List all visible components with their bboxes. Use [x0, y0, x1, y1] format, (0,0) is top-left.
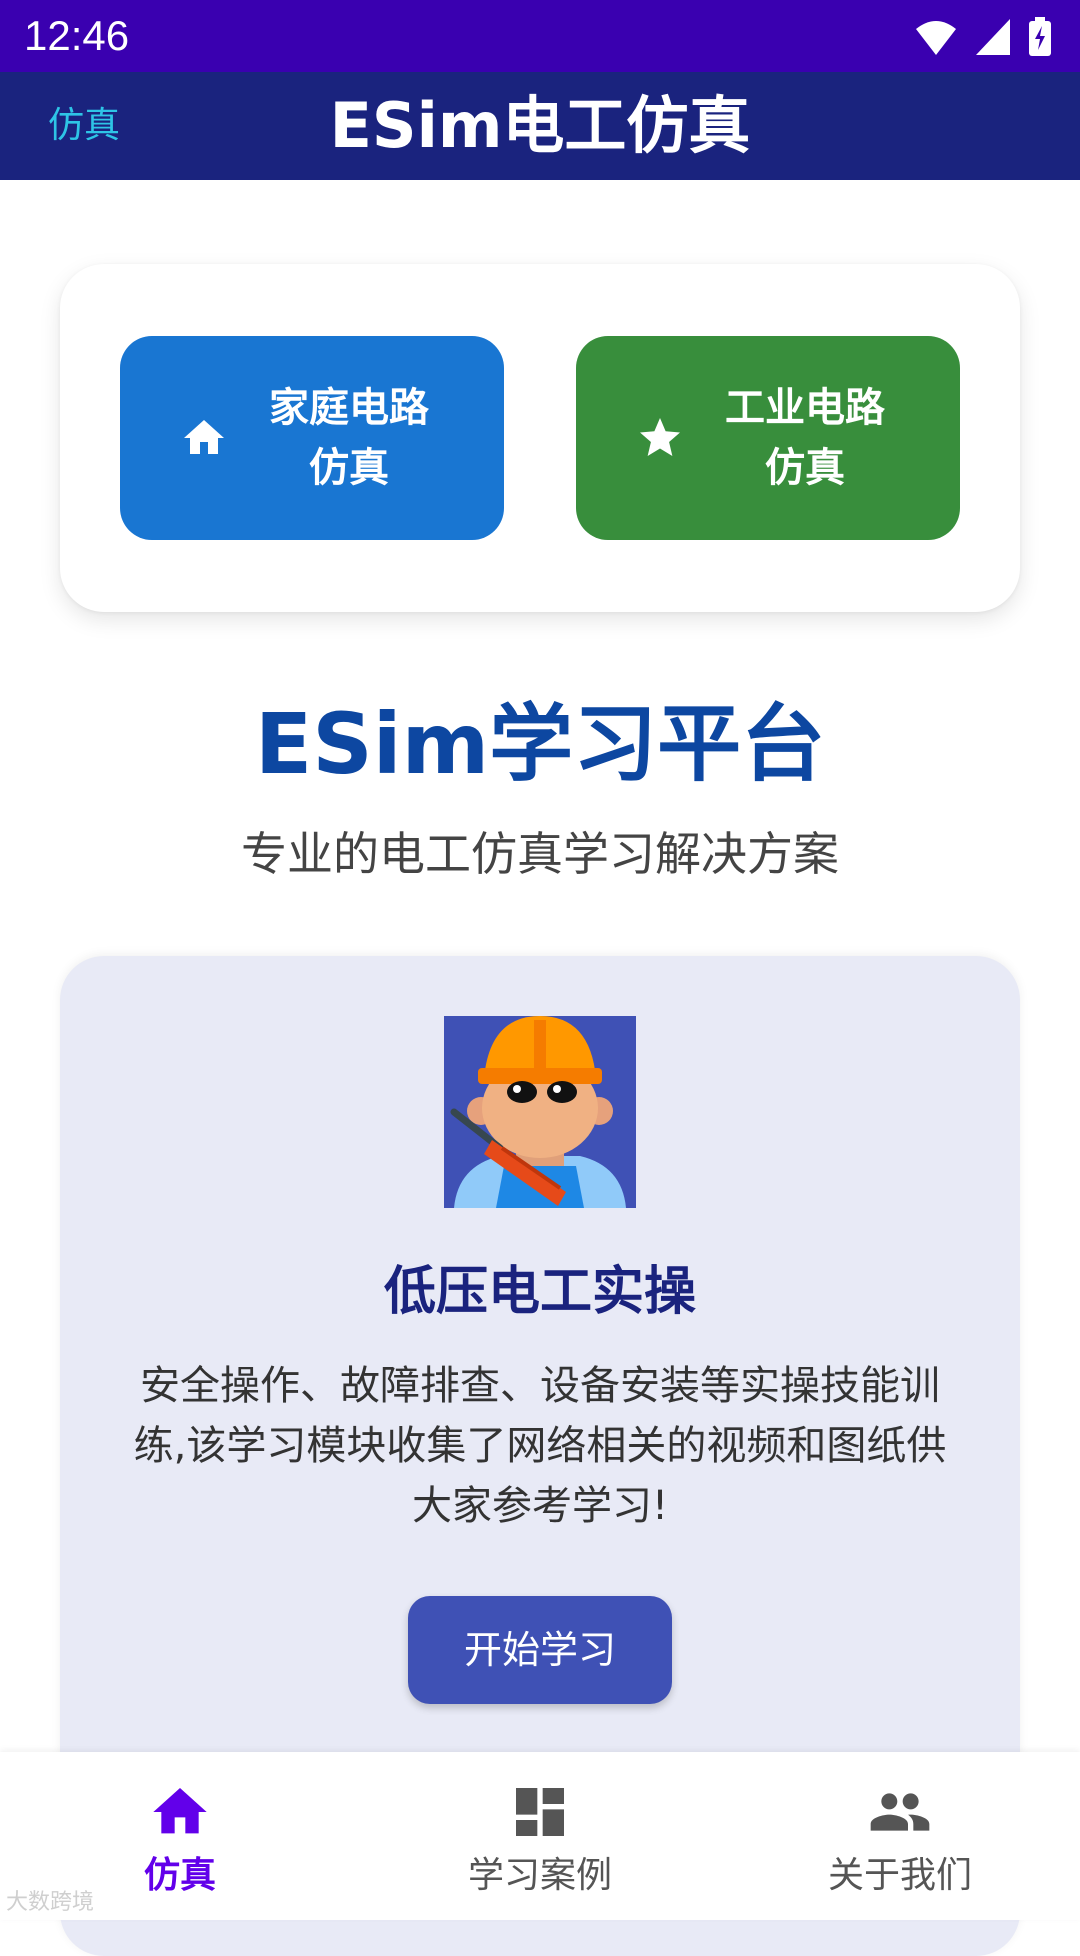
status-time: 12:46	[24, 12, 130, 59]
nav-label-simulation: 仿真	[143, 1855, 216, 1896]
course-title: 低压电工实操	[383, 1262, 696, 1322]
nav-label-cases: 学习案例	[467, 1855, 612, 1896]
industrial-circuit-sim-button[interactable]: 工业电路仿真	[576, 336, 960, 540]
home-circuit-sim-label: 家庭电路仿真	[269, 385, 429, 491]
electrician-avatar-icon	[444, 1016, 636, 1208]
watermark: 大数跨境	[6, 1890, 95, 1915]
nav-item-cases[interactable]: 学习案例	[360, 1752, 720, 1920]
platform-title: ESim学习平台	[254, 695, 826, 793]
home-icon	[153, 1788, 207, 1834]
people-icon	[870, 1793, 930, 1831]
status-icons	[914, 12, 1052, 62]
start-learning-button[interactable]: 开始学习	[408, 1596, 672, 1704]
industrial-circuit-sim-label: 工业电路仿真	[725, 385, 885, 491]
simulation-mode-card: 家庭电路仿真 工业电路仿真	[60, 264, 1020, 612]
dashboard-icon	[516, 1788, 564, 1836]
battery-icon	[1029, 17, 1051, 56]
nav-label-about: 关于我们	[827, 1855, 972, 1896]
app-bar-title: ESim电工仿真	[329, 89, 751, 162]
app-bar: 仿真 ESim电工仿真	[0, 72, 1080, 180]
star-icon	[640, 418, 680, 456]
home-circuit-sim-button[interactable]: 家庭电路仿真	[120, 336, 504, 540]
signal-icon	[976, 19, 1010, 55]
home-icon	[184, 420, 224, 454]
wifi-icon	[916, 21, 956, 55]
nav-item-about[interactable]: 关于我们	[720, 1752, 1080, 1920]
bottom-navigation: 仿真 学习案例 关于我们	[0, 1752, 1080, 1920]
platform-subtitle: 专业的电工仿真学习解决方案	[241, 827, 839, 881]
course-description: 安全操作、故障排查、设备安装等实操技能训练,该学习模块收集了网络相关的视频和图纸…	[133, 1363, 947, 1529]
status-bar: 12:46	[0, 0, 1080, 72]
